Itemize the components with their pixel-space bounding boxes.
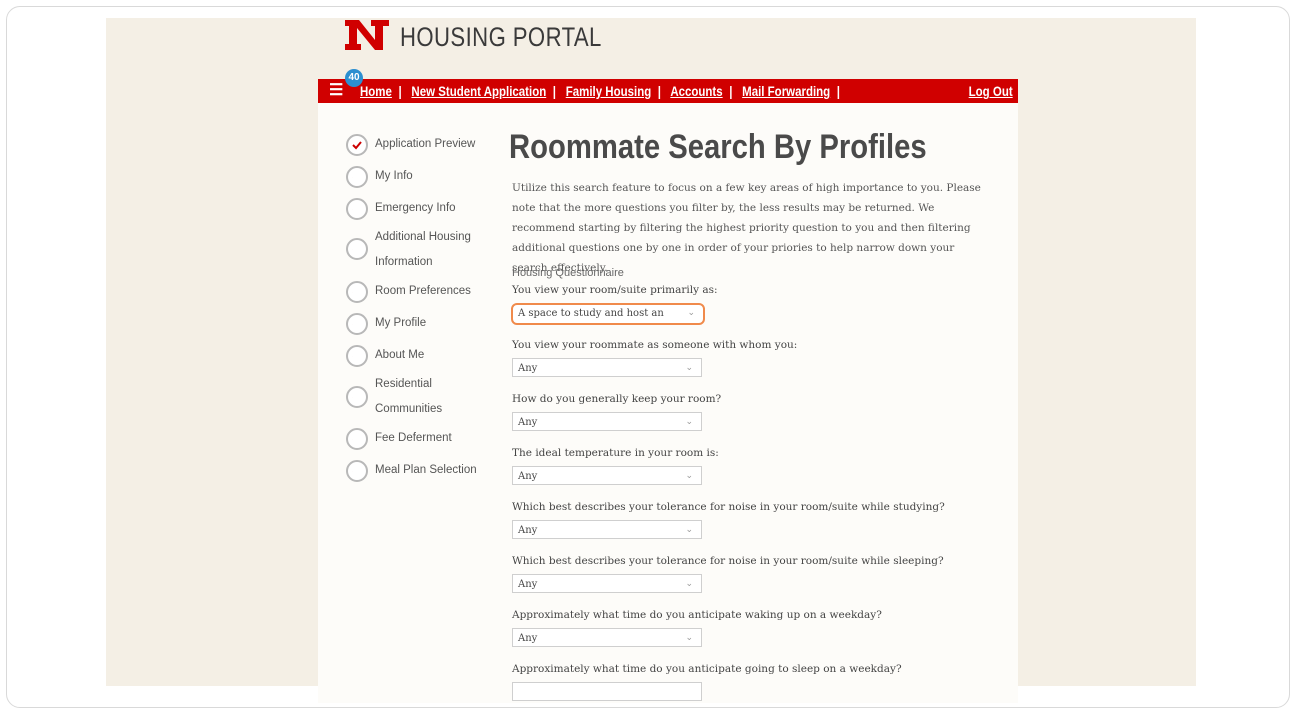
question-label: The ideal temperature in your room is: <box>512 447 719 459</box>
nav-family-housing[interactable]: Family Housing <box>566 83 651 99</box>
room-view-select[interactable]: A space to study and host an ⌄ <box>511 303 705 325</box>
checkmark-icon <box>346 198 368 220</box>
logout-link[interactable]: Log Out <box>969 83 1013 99</box>
page-title: Roommate Search By Profiles <box>509 128 927 166</box>
checkmark-icon <box>346 313 368 335</box>
question-label: Which best describes your tolerance for … <box>512 501 945 513</box>
question-label: Which best describes your tolerance for … <box>512 555 944 567</box>
brand-title: HOUSING PORTAL <box>400 22 602 52</box>
checkmark-icon <box>346 460 368 482</box>
sleep-time-select[interactable] <box>512 682 702 701</box>
nav-new-student-application[interactable]: New Student Application <box>411 83 546 99</box>
question-label: You view your room/suite primarily as: <box>512 284 718 296</box>
room-cleanliness-select[interactable]: Any ⌄ <box>512 412 702 431</box>
noise-sleeping-select[interactable]: Any ⌄ <box>512 574 702 593</box>
notification-badge[interactable]: 40 <box>345 69 363 87</box>
question-label: How do you generally keep your room? <box>512 393 722 405</box>
chevron-down-icon: ⌄ <box>685 471 693 481</box>
chevron-down-icon: ⌄ <box>685 363 693 373</box>
noise-studying-select[interactable]: Any ⌄ <box>512 520 702 539</box>
checkmark-icon <box>346 386 368 408</box>
chevron-down-icon: ⌄ <box>685 417 693 427</box>
question-label: Approximately what time do you anticipat… <box>512 663 902 675</box>
checkmark-icon <box>346 345 368 367</box>
question-label: You view your roommate as someone with w… <box>512 339 798 351</box>
nav-home[interactable]: Home <box>360 83 392 99</box>
roommate-view-select[interactable]: Any ⌄ <box>512 358 702 377</box>
chevron-down-icon: ⌄ <box>685 525 693 535</box>
nav-mail-forwarding[interactable]: Mail Forwarding <box>742 83 830 99</box>
intro-paragraph: Utilize this search feature to focus on … <box>512 182 981 274</box>
checkmark-icon <box>346 238 368 260</box>
chevron-down-icon: ⌄ <box>687 308 695 318</box>
top-navbar: ☰ Home | New Student Application | Family … <box>318 79 1018 103</box>
temperature-select[interactable]: Any ⌄ <box>512 466 702 485</box>
checkmark-icon <box>346 166 368 188</box>
section-heading: Housing Questionnaire <box>512 267 624 279</box>
checkmark-icon <box>346 281 368 303</box>
nav-links: Home | New Student Application | Family Ho… <box>360 83 840 99</box>
checkmark-icon <box>346 134 368 156</box>
nebraska-n-logo[interactable] <box>343 18 391 52</box>
hamburger-icon[interactable]: ☰ <box>329 82 343 99</box>
question-label: Approximately what time do you anticipat… <box>512 609 882 621</box>
checkmark-icon <box>346 428 368 450</box>
chevron-down-icon: ⌄ <box>685 579 693 589</box>
nav-accounts[interactable]: Accounts <box>670 83 722 99</box>
wake-time-select[interactable]: Any ⌄ <box>512 628 702 647</box>
chevron-down-icon: ⌄ <box>685 633 693 643</box>
